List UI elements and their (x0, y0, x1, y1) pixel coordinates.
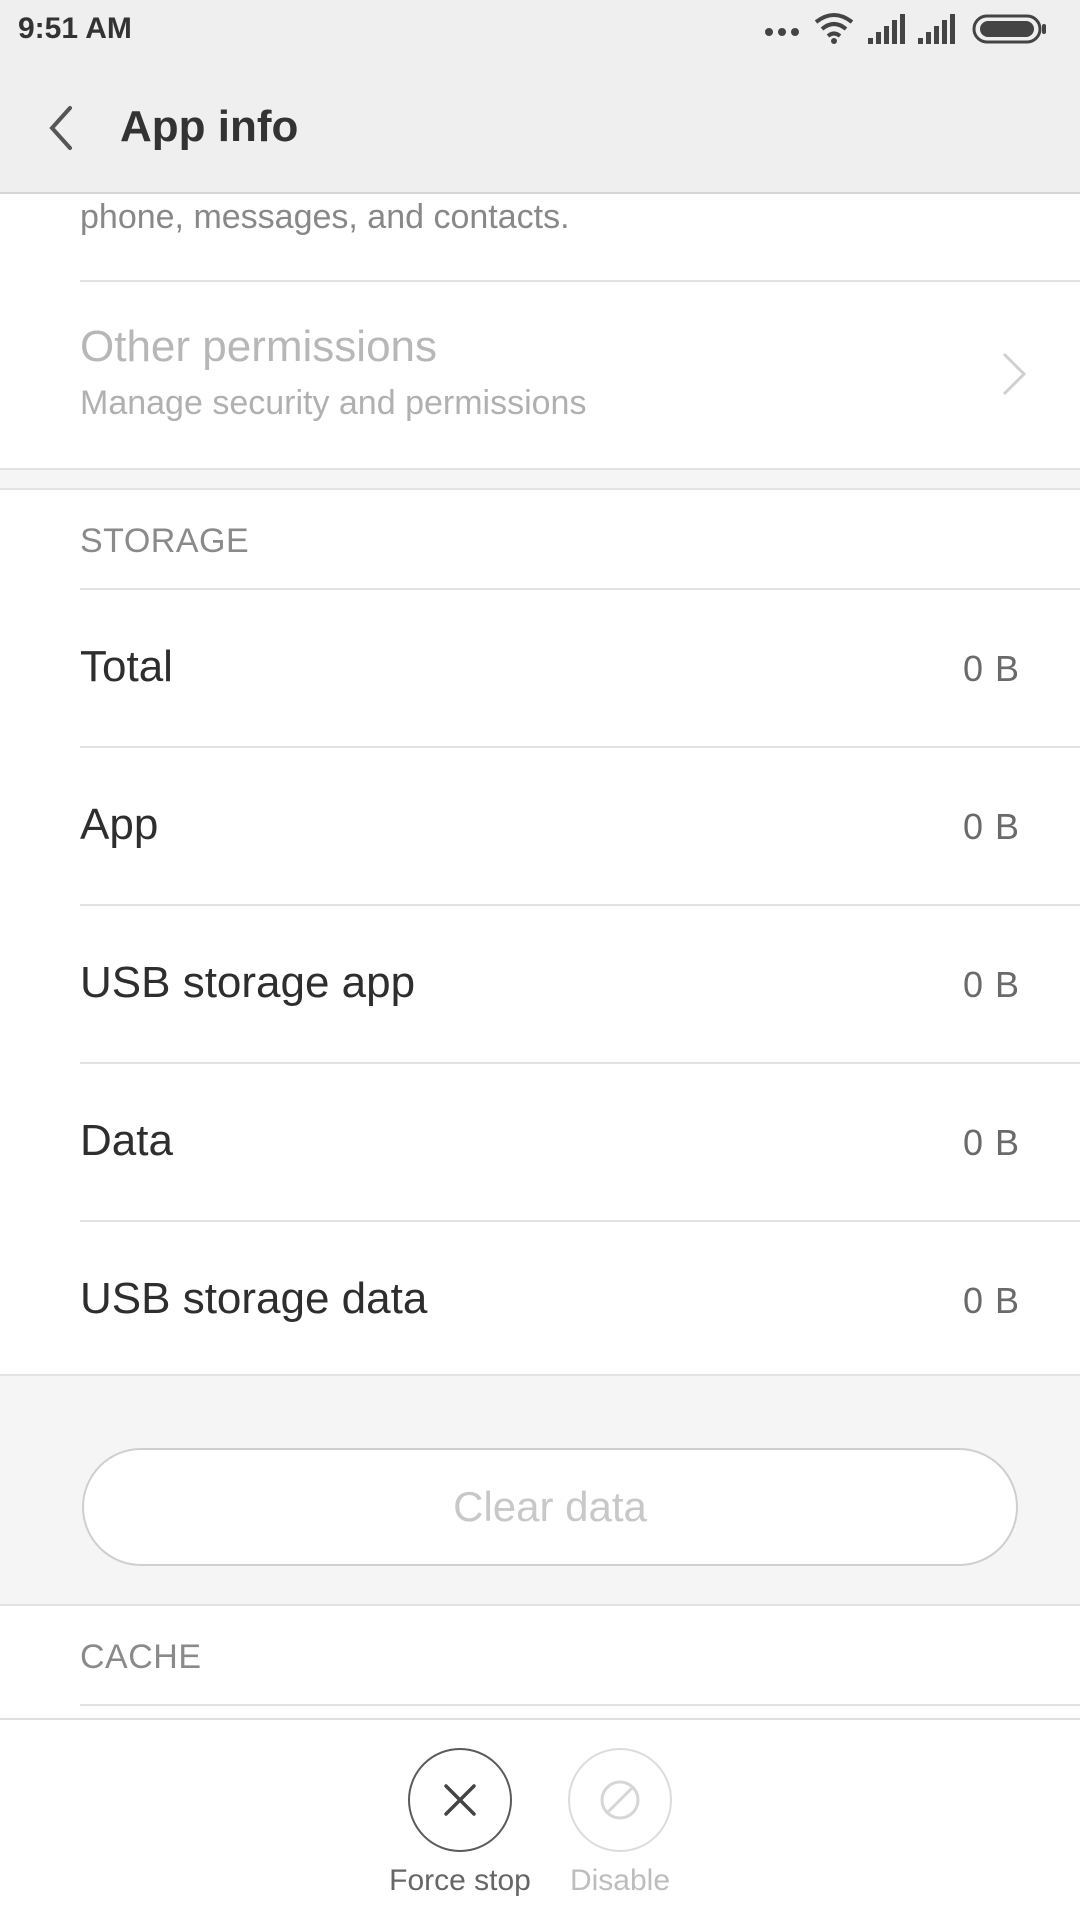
cache-section-header: CACHE (80, 1638, 202, 1676)
block-icon (600, 1780, 640, 1820)
status-time: 9:51 AM (18, 12, 132, 45)
clear-data-area: Clear data (0, 1374, 1080, 1606)
wifi-icon (814, 13, 854, 44)
disable-button[interactable]: Disable (540, 1748, 700, 1898)
disable-label: Disable (569, 1864, 671, 1897)
storage-row-app: App 0 B (0, 748, 1080, 904)
status-icons (764, 12, 1064, 48)
app-bar: App info (0, 62, 1080, 194)
storage-value: 0 B (962, 648, 1020, 689)
divider (80, 1704, 1080, 1706)
scroll-content[interactable]: phone, messages, and contacts. Other per… (0, 196, 1080, 1720)
storage-value: 0 B (962, 964, 1020, 1005)
app-info-screen: 9:51 AM App info phone, messages, and co… (0, 0, 1080, 1920)
chevron-left-icon (49, 106, 72, 150)
back-button[interactable] (36, 100, 92, 156)
storage-row-total: Total 0 B (0, 590, 1080, 746)
storage-section-header: STORAGE (80, 522, 250, 560)
section-separator (0, 468, 1080, 490)
storage-row-usb-app: USB storage app 0 B (0, 906, 1080, 1062)
storage-label: Data (80, 1116, 173, 1165)
storage-row-usb-data: USB storage data 0 B (0, 1222, 1080, 1378)
force-stop-label: Force stop (389, 1864, 531, 1897)
storage-label: USB storage app (80, 958, 416, 1007)
storage-label: Total (80, 642, 173, 691)
status-bar: 9:51 AM (0, 0, 1080, 62)
other-permissions-title: Other permissions (80, 322, 438, 371)
other-permissions-subtitle: Manage security and permissions (80, 384, 587, 422)
storage-value: 0 B (962, 806, 1020, 847)
signal-icon (918, 14, 955, 44)
signal-icon (868, 14, 905, 44)
page-title: App info (120, 102, 299, 151)
storage-value: 0 B (962, 1122, 1020, 1163)
more-dots-icon (765, 28, 799, 36)
bottom-action-bar: Force stop Disable (0, 1718, 1080, 1920)
disable-circle (568, 1748, 672, 1852)
force-stop-button[interactable]: Force stop (380, 1748, 540, 1898)
storage-row-data: Data 0 B (0, 1064, 1080, 1220)
close-icon (444, 1784, 476, 1816)
storage-label: App (80, 800, 159, 849)
other-permissions-row[interactable]: Other permissions Manage security and pe… (0, 282, 1080, 464)
chevron-right-icon (1002, 352, 1027, 396)
force-stop-circle (408, 1748, 512, 1852)
clear-data-button[interactable]: Clear data (82, 1448, 1018, 1566)
storage-value: 0 B (962, 1280, 1020, 1321)
battery-icon (972, 14, 1046, 44)
permissions-description: phone, messages, and contacts. (80, 198, 570, 236)
storage-label: USB storage data (80, 1274, 428, 1323)
